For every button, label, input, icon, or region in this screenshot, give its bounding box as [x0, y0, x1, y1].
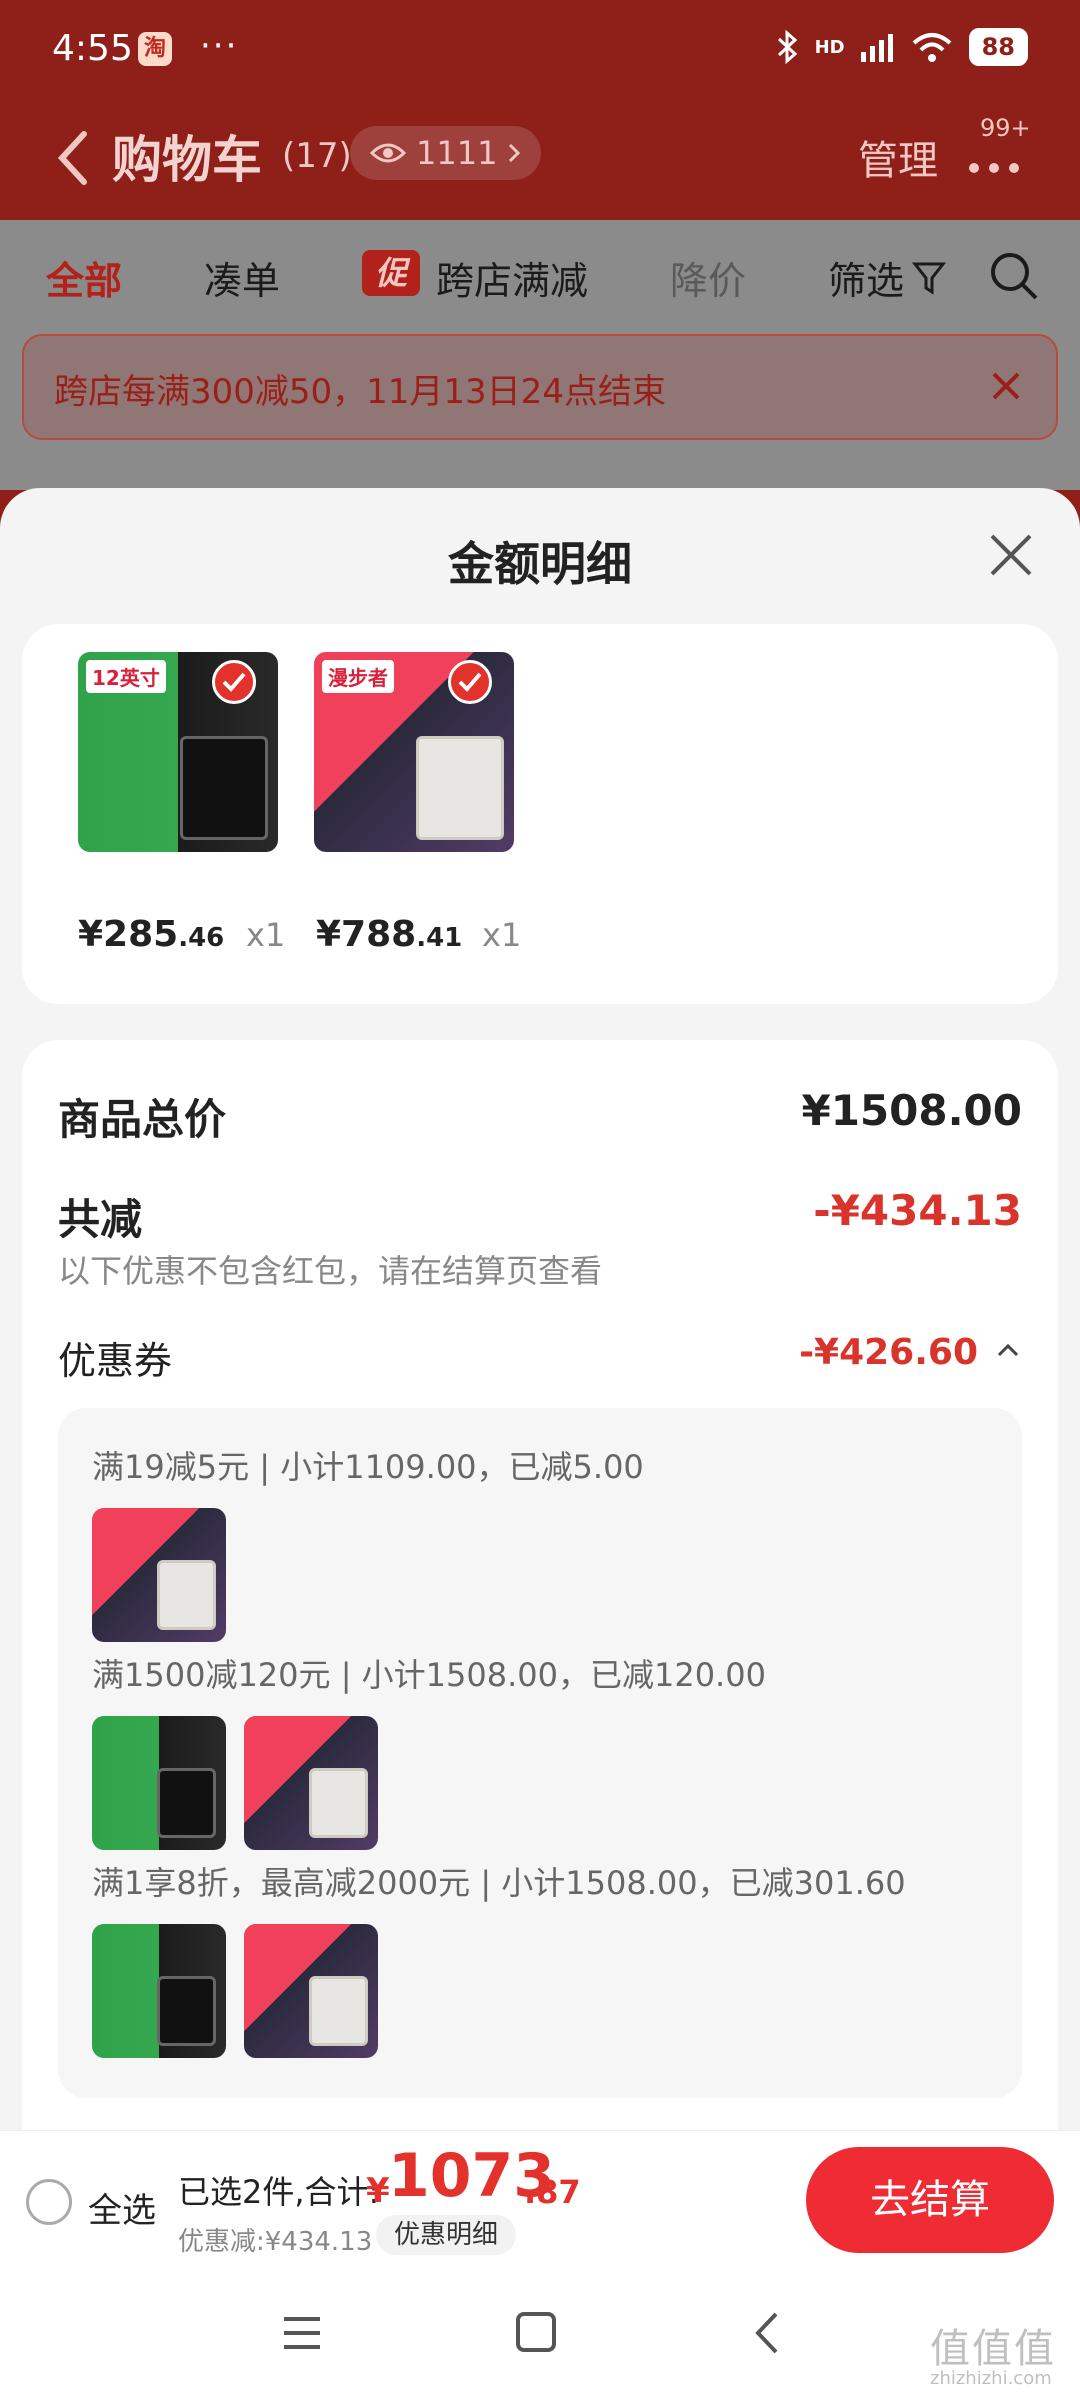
home-icon[interactable]	[516, 2312, 556, 2352]
thumbnail-label: 12英寸	[86, 660, 166, 693]
chevron-up-icon[interactable]	[994, 1336, 1022, 1364]
amount-detail-sheet: 金额明细 12英寸 漫步者 ¥285.46 x1 ¥788.41 x1 商品总价…	[0, 488, 1080, 2400]
menu-icon[interactable]	[282, 2314, 322, 2352]
search-icon[interactable]	[988, 250, 1040, 302]
status-time: 4:55	[52, 28, 133, 69]
select-all-label[interactable]: 全选	[88, 2183, 156, 2232]
eye-icon	[370, 143, 406, 163]
message-badge: 99+	[980, 114, 1031, 142]
summary-total-decimal: .87	[524, 2173, 581, 2211]
watch-count-pill[interactable]: 1111	[350, 126, 542, 180]
thumbnail-label: 漫步者	[322, 660, 394, 693]
coupon-product-thumbnail	[244, 1924, 378, 2058]
cart-header: 购物车 (17) 1111 管理 99+	[0, 104, 1080, 220]
checkout-bar: 全选 已选2件,合计: ¥ 1073 .87 优惠减:¥434.13 优惠明细 …	[0, 2130, 1080, 2268]
product-card: 12英寸 漫步者 ¥285.46 x1 ¥788.41 x1	[22, 624, 1058, 1004]
coupon-rule: 满1享8折，最高减2000元 | 小计1508.00，已减301.60	[92, 1864, 906, 1902]
product-price: ¥788.41	[316, 914, 463, 955]
coupon-product-thumbnail	[92, 1508, 226, 1642]
coupon-label: 优惠券	[58, 1339, 173, 1383]
more-icon[interactable]	[966, 140, 1022, 180]
checkout-button[interactable]: 去结算	[806, 2147, 1054, 2253]
watermark: 值值值	[930, 2326, 1056, 2372]
tab-all[interactable]: 全部	[46, 250, 122, 305]
tab-bundle[interactable]: 凑单	[204, 250, 280, 305]
coupon-detail-box: 满19减5元 | 小计1109.00，已减5.00 满1500减120元 | 小…	[58, 1408, 1022, 2098]
product-price: ¥285.46	[78, 914, 225, 955]
status-bar: 4:55 淘 ··· HD 88	[0, 0, 1080, 104]
check-icon[interactable]	[448, 660, 492, 704]
back-arrow-icon[interactable]	[52, 128, 96, 188]
summary-label: 已选2件,合计:	[178, 2173, 380, 2211]
check-icon[interactable]	[212, 660, 256, 704]
discount-detail-button[interactable]: 优惠明细	[376, 2215, 517, 2255]
reduce-label: 共减	[58, 1195, 143, 1244]
discount-text: 优惠减:¥434.13	[178, 2227, 373, 2257]
chevron-right-icon	[509, 143, 521, 163]
battery-icon: 88	[968, 28, 1028, 66]
wifi-icon	[912, 33, 951, 62]
app-notification-icon: 淘	[138, 32, 172, 66]
tab-price-drop[interactable]: 降价	[670, 250, 746, 305]
watermark-url: zhizhizhi.com	[930, 2368, 1052, 2389]
filter-tabs: 全部 凑单 促 跨店满减 降价 筛选	[0, 220, 1080, 330]
coupon-rule: 满19减5元 | 小计1109.00，已减5.00	[92, 1448, 644, 1486]
bluetooth-icon	[777, 30, 797, 64]
close-icon[interactable]	[986, 366, 1026, 406]
product-quantity: x1	[482, 916, 522, 954]
reduce-value: -¥434.13	[813, 1186, 1022, 1235]
summary-currency: ¥	[366, 2171, 390, 2211]
cart-count: (17)	[282, 136, 352, 176]
tab-filter[interactable]: 筛选	[828, 250, 904, 305]
total-label: 商品总价	[58, 1095, 227, 1144]
system-nav-bar: 值值值 zhizhizhi.com	[0, 2268, 1080, 2400]
promo-banner-area: 跨店每满300减50，11月13日24点结束	[0, 330, 1080, 490]
back-icon[interactable]	[752, 2310, 782, 2356]
coupon-rule: 满1500减120元 | 小计1508.00，已减120.00	[92, 1656, 766, 1694]
select-all-radio[interactable]	[26, 2179, 72, 2225]
page-title: 购物车	[112, 131, 262, 189]
product-quantity: x1	[246, 916, 286, 954]
sheet-title: 金额明细	[448, 537, 632, 591]
promo-banner[interactable]: 跨店每满300减50，11月13日24点结束	[22, 334, 1058, 440]
status-icons: HD 88	[777, 28, 1028, 66]
promo-tag: 促	[362, 250, 420, 296]
coupon-product-thumbnail	[244, 1716, 378, 1850]
coupon-product-thumbnail	[92, 1716, 226, 1850]
reduce-note: 以下优惠不包含红包，请在结算页查看	[58, 1252, 603, 1290]
network-type-label: HD	[814, 36, 845, 58]
promo-text: 跨店每满300减50，11月13日24点结束	[54, 372, 666, 412]
coupon-product-thumbnail	[92, 1924, 226, 2058]
signal-icon	[860, 34, 893, 62]
close-icon[interactable]	[988, 532, 1034, 578]
manage-button[interactable]: 管理	[858, 128, 938, 186]
filter-icon[interactable]	[912, 260, 946, 296]
more-notifications-icon: ···	[200, 26, 239, 66]
watch-count: 1111	[416, 134, 498, 172]
tab-cross-store[interactable]: 跨店满减	[436, 250, 588, 305]
coupon-value[interactable]: -¥426.60	[799, 1332, 978, 1373]
total-value: ¥1508.00	[801, 1086, 1022, 1135]
